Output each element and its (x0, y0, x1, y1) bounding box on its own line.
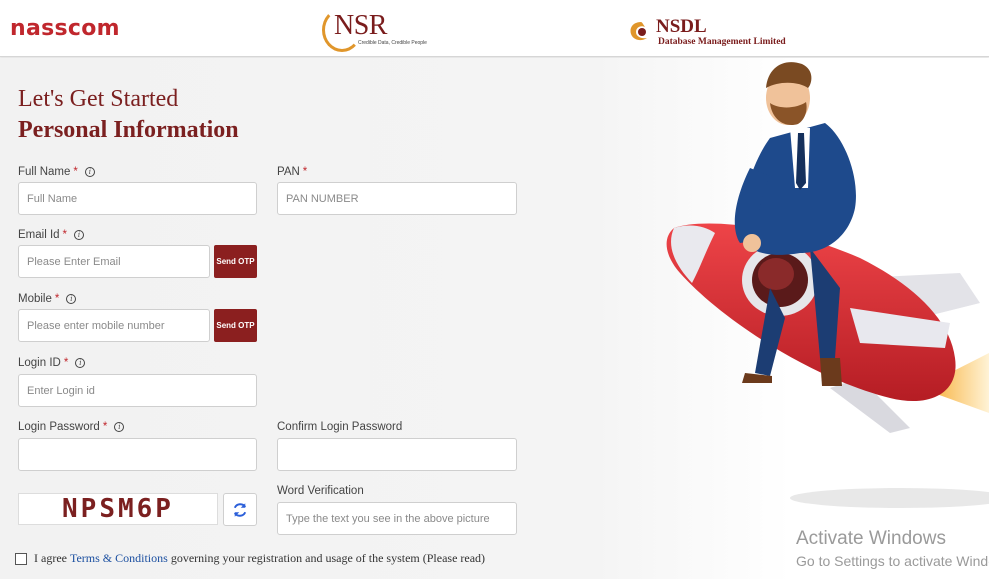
pan-label: PAN * (277, 166, 308, 178)
info-icon[interactable]: i (114, 422, 125, 432)
login-password-label: Login Password * i (18, 421, 125, 433)
info-icon[interactable]: i (75, 358, 86, 368)
email-send-otp-button[interactable]: Send OTP (214, 245, 257, 278)
terms-conditions-link[interactable]: Terms & Conditions (70, 551, 168, 566)
required-asterisk: * (54, 293, 60, 305)
required-asterisk: * (102, 421, 108, 433)
required-asterisk: * (302, 166, 308, 178)
nsr-logo: NSR Credible Data, Credible People (322, 4, 432, 52)
word-verification-input[interactable] (277, 502, 517, 535)
pan-input[interactable] (277, 182, 517, 215)
confirm-password-label: Confirm Login Password (277, 421, 403, 433)
full-name-input[interactable] (18, 182, 257, 215)
nsdl-logo: NSDL Database Management Limited (628, 16, 828, 48)
mobile-input[interactable] (18, 309, 210, 342)
nsr-logo-text: NSR (334, 10, 387, 41)
full-name-label: Full Name * i (18, 166, 95, 178)
confirm-password-input[interactable] (277, 438, 517, 471)
info-icon[interactable]: i (66, 294, 77, 304)
nasscom-logo: nasscom (10, 16, 120, 41)
mobile-label: Mobile * i (18, 293, 77, 305)
word-verification-label: Word Verification (277, 485, 364, 497)
rocket-man-illustration (666, 62, 989, 508)
watermark-title: Activate Windows (796, 528, 946, 549)
terms-agreement: I agree Terms & Conditions governing you… (15, 551, 485, 566)
info-icon[interactable]: i (74, 230, 85, 240)
login-id-input[interactable] (18, 374, 257, 407)
refresh-icon (233, 502, 247, 517)
page-subtitle: Let's Get Started (18, 86, 179, 112)
captcha-image: NPSM6P (18, 493, 218, 525)
nsdl-logo-subtitle: Database Management Limited (658, 37, 786, 47)
login-password-input[interactable] (18, 438, 257, 471)
nsdl-logo-text: NSDL (656, 16, 707, 37)
watermark-subtitle: Go to Settings to activate Windows. (796, 553, 989, 569)
login-id-label: Login ID * i (18, 357, 86, 369)
required-asterisk: * (73, 166, 78, 178)
page-title: Personal Information (18, 117, 239, 143)
nsr-logo-tagline: Credible Data, Credible People (358, 40, 427, 46)
email-input[interactable] (18, 245, 210, 278)
required-asterisk: * (63, 357, 69, 369)
terms-checkbox[interactable] (15, 552, 27, 565)
mobile-send-otp-button[interactable]: Send OTP (214, 309, 257, 342)
top-header: nasscom NSR Credible Data, Credible Peop… (0, 0, 989, 57)
captcha-refresh-button[interactable] (223, 493, 257, 526)
email-label: Email Id * i (18, 229, 85, 241)
nsdl-swirl-icon (630, 22, 647, 41)
info-icon[interactable]: i (84, 167, 95, 177)
required-asterisk: * (62, 229, 68, 241)
windows-activation-watermark: Activate Windows Go to Settings to activ… (796, 528, 989, 569)
